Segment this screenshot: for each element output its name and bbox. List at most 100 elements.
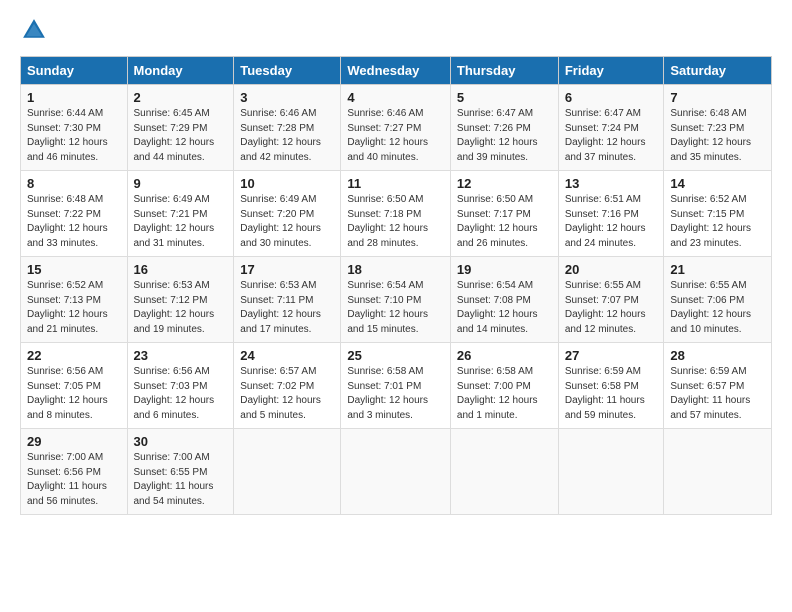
table-row: 15 Sunrise: 6:52 AMSunset: 7:13 PMDaylig… — [21, 257, 128, 343]
day-detail: Sunrise: 6:52 AMSunset: 7:15 PMDaylight:… — [670, 194, 751, 249]
table-row: 11 Sunrise: 6:50 AMSunset: 7:18 PMDaylig… — [341, 171, 451, 257]
day-number: 8 — [27, 176, 121, 191]
table-row: 18 Sunrise: 6:54 AMSunset: 7:10 PMDaylig… — [341, 257, 451, 343]
calendar-body: 1 Sunrise: 6:44 AMSunset: 7:30 PMDayligh… — [21, 85, 772, 515]
day-number: 19 — [457, 262, 552, 277]
table-row: 5 Sunrise: 6:47 AMSunset: 7:26 PMDayligh… — [450, 85, 558, 171]
table-row: 16 Sunrise: 6:53 AMSunset: 7:12 PMDaylig… — [127, 257, 234, 343]
day-number: 7 — [670, 90, 765, 105]
day-number: 11 — [347, 176, 444, 191]
day-number: 25 — [347, 348, 444, 363]
day-detail: Sunrise: 6:48 AMSunset: 7:22 PMDaylight:… — [27, 194, 108, 249]
day-detail: Sunrise: 6:56 AMSunset: 7:03 PMDaylight:… — [134, 366, 215, 421]
logo-icon — [20, 16, 48, 44]
col-wednesday: Wednesday — [341, 57, 451, 85]
table-row: 2 Sunrise: 6:45 AMSunset: 7:29 PMDayligh… — [127, 85, 234, 171]
day-number: 12 — [457, 176, 552, 191]
table-row: 29 Sunrise: 7:00 AMSunset: 6:56 PMDaylig… — [21, 429, 128, 515]
table-row: 1 Sunrise: 6:44 AMSunset: 7:30 PMDayligh… — [21, 85, 128, 171]
table-row — [664, 429, 772, 515]
day-detail: Sunrise: 6:45 AMSunset: 7:29 PMDaylight:… — [134, 108, 215, 163]
col-thursday: Thursday — [450, 57, 558, 85]
table-row: 9 Sunrise: 6:49 AMSunset: 7:21 PMDayligh… — [127, 171, 234, 257]
day-number: 6 — [565, 90, 658, 105]
table-row — [341, 429, 451, 515]
day-number: 9 — [134, 176, 228, 191]
day-number: 17 — [240, 262, 334, 277]
table-row: 26 Sunrise: 6:58 AMSunset: 7:00 PMDaylig… — [450, 343, 558, 429]
table-row: 13 Sunrise: 6:51 AMSunset: 7:16 PMDaylig… — [558, 171, 664, 257]
day-number: 30 — [134, 434, 228, 449]
col-monday: Monday — [127, 57, 234, 85]
day-number: 5 — [457, 90, 552, 105]
day-detail: Sunrise: 6:53 AMSunset: 7:11 PMDaylight:… — [240, 280, 321, 335]
col-friday: Friday — [558, 57, 664, 85]
table-row: 12 Sunrise: 6:50 AMSunset: 7:17 PMDaylig… — [450, 171, 558, 257]
day-number: 22 — [27, 348, 121, 363]
table-row — [558, 429, 664, 515]
table-row: 8 Sunrise: 6:48 AMSunset: 7:22 PMDayligh… — [21, 171, 128, 257]
day-number: 10 — [240, 176, 334, 191]
day-detail: Sunrise: 6:57 AMSunset: 7:02 PMDaylight:… — [240, 366, 321, 421]
day-number: 2 — [134, 90, 228, 105]
table-row: 23 Sunrise: 6:56 AMSunset: 7:03 PMDaylig… — [127, 343, 234, 429]
day-detail: Sunrise: 6:50 AMSunset: 7:18 PMDaylight:… — [347, 194, 428, 249]
table-row: 10 Sunrise: 6:49 AMSunset: 7:20 PMDaylig… — [234, 171, 341, 257]
day-number: 26 — [457, 348, 552, 363]
day-detail: Sunrise: 6:50 AMSunset: 7:17 PMDaylight:… — [457, 194, 538, 249]
day-number: 16 — [134, 262, 228, 277]
day-detail: Sunrise: 6:48 AMSunset: 7:23 PMDaylight:… — [670, 108, 751, 163]
day-detail: Sunrise: 6:54 AMSunset: 7:10 PMDaylight:… — [347, 280, 428, 335]
day-number: 18 — [347, 262, 444, 277]
day-number: 1 — [27, 90, 121, 105]
logo — [20, 16, 52, 44]
table-row: 4 Sunrise: 6:46 AMSunset: 7:27 PMDayligh… — [341, 85, 451, 171]
table-row: 22 Sunrise: 6:56 AMSunset: 7:05 PMDaylig… — [21, 343, 128, 429]
day-detail: Sunrise: 6:49 AMSunset: 7:21 PMDaylight:… — [134, 194, 215, 249]
calendar-week-4: 29 Sunrise: 7:00 AMSunset: 6:56 PMDaylig… — [21, 429, 772, 515]
calendar-header-row: Sunday Monday Tuesday Wednesday Thursday… — [21, 57, 772, 85]
table-row: 20 Sunrise: 6:55 AMSunset: 7:07 PMDaylig… — [558, 257, 664, 343]
table-row — [234, 429, 341, 515]
day-detail: Sunrise: 6:44 AMSunset: 7:30 PMDaylight:… — [27, 108, 108, 163]
calendar-week-2: 15 Sunrise: 6:52 AMSunset: 7:13 PMDaylig… — [21, 257, 772, 343]
day-detail: Sunrise: 6:59 AMSunset: 6:58 PMDaylight:… — [565, 366, 645, 421]
day-detail: Sunrise: 6:46 AMSunset: 7:28 PMDaylight:… — [240, 108, 321, 163]
table-row: 30 Sunrise: 7:00 AMSunset: 6:55 PMDaylig… — [127, 429, 234, 515]
day-detail: Sunrise: 6:59 AMSunset: 6:57 PMDaylight:… — [670, 366, 750, 421]
calendar-week-3: 22 Sunrise: 6:56 AMSunset: 7:05 PMDaylig… — [21, 343, 772, 429]
calendar-week-1: 8 Sunrise: 6:48 AMSunset: 7:22 PMDayligh… — [21, 171, 772, 257]
col-saturday: Saturday — [664, 57, 772, 85]
day-number: 3 — [240, 90, 334, 105]
table-row: 27 Sunrise: 6:59 AMSunset: 6:58 PMDaylig… — [558, 343, 664, 429]
table-row: 28 Sunrise: 6:59 AMSunset: 6:57 PMDaylig… — [664, 343, 772, 429]
col-sunday: Sunday — [21, 57, 128, 85]
day-number: 15 — [27, 262, 121, 277]
day-detail: Sunrise: 6:55 AMSunset: 7:06 PMDaylight:… — [670, 280, 751, 335]
day-detail: Sunrise: 6:46 AMSunset: 7:27 PMDaylight:… — [347, 108, 428, 163]
day-detail: Sunrise: 6:47 AMSunset: 7:24 PMDaylight:… — [565, 108, 646, 163]
day-detail: Sunrise: 7:00 AMSunset: 6:56 PMDaylight:… — [27, 452, 107, 507]
table-row: 3 Sunrise: 6:46 AMSunset: 7:28 PMDayligh… — [234, 85, 341, 171]
calendar-table: Sunday Monday Tuesday Wednesday Thursday… — [20, 56, 772, 515]
day-number: 14 — [670, 176, 765, 191]
day-detail: Sunrise: 6:53 AMSunset: 7:12 PMDaylight:… — [134, 280, 215, 335]
day-detail: Sunrise: 6:54 AMSunset: 7:08 PMDaylight:… — [457, 280, 538, 335]
day-detail: Sunrise: 6:56 AMSunset: 7:05 PMDaylight:… — [27, 366, 108, 421]
calendar-week-0: 1 Sunrise: 6:44 AMSunset: 7:30 PMDayligh… — [21, 85, 772, 171]
day-detail: Sunrise: 6:52 AMSunset: 7:13 PMDaylight:… — [27, 280, 108, 335]
table-row: 14 Sunrise: 6:52 AMSunset: 7:15 PMDaylig… — [664, 171, 772, 257]
day-detail: Sunrise: 6:58 AMSunset: 7:00 PMDaylight:… — [457, 366, 538, 421]
table-row: 6 Sunrise: 6:47 AMSunset: 7:24 PMDayligh… — [558, 85, 664, 171]
day-detail: Sunrise: 6:47 AMSunset: 7:26 PMDaylight:… — [457, 108, 538, 163]
table-row — [450, 429, 558, 515]
table-row: 17 Sunrise: 6:53 AMSunset: 7:11 PMDaylig… — [234, 257, 341, 343]
table-row: 24 Sunrise: 6:57 AMSunset: 7:02 PMDaylig… — [234, 343, 341, 429]
day-number: 4 — [347, 90, 444, 105]
day-number: 24 — [240, 348, 334, 363]
day-number: 23 — [134, 348, 228, 363]
day-detail: Sunrise: 7:00 AMSunset: 6:55 PMDaylight:… — [134, 452, 214, 507]
page-header — [20, 16, 772, 44]
table-row: 7 Sunrise: 6:48 AMSunset: 7:23 PMDayligh… — [664, 85, 772, 171]
day-number: 13 — [565, 176, 658, 191]
